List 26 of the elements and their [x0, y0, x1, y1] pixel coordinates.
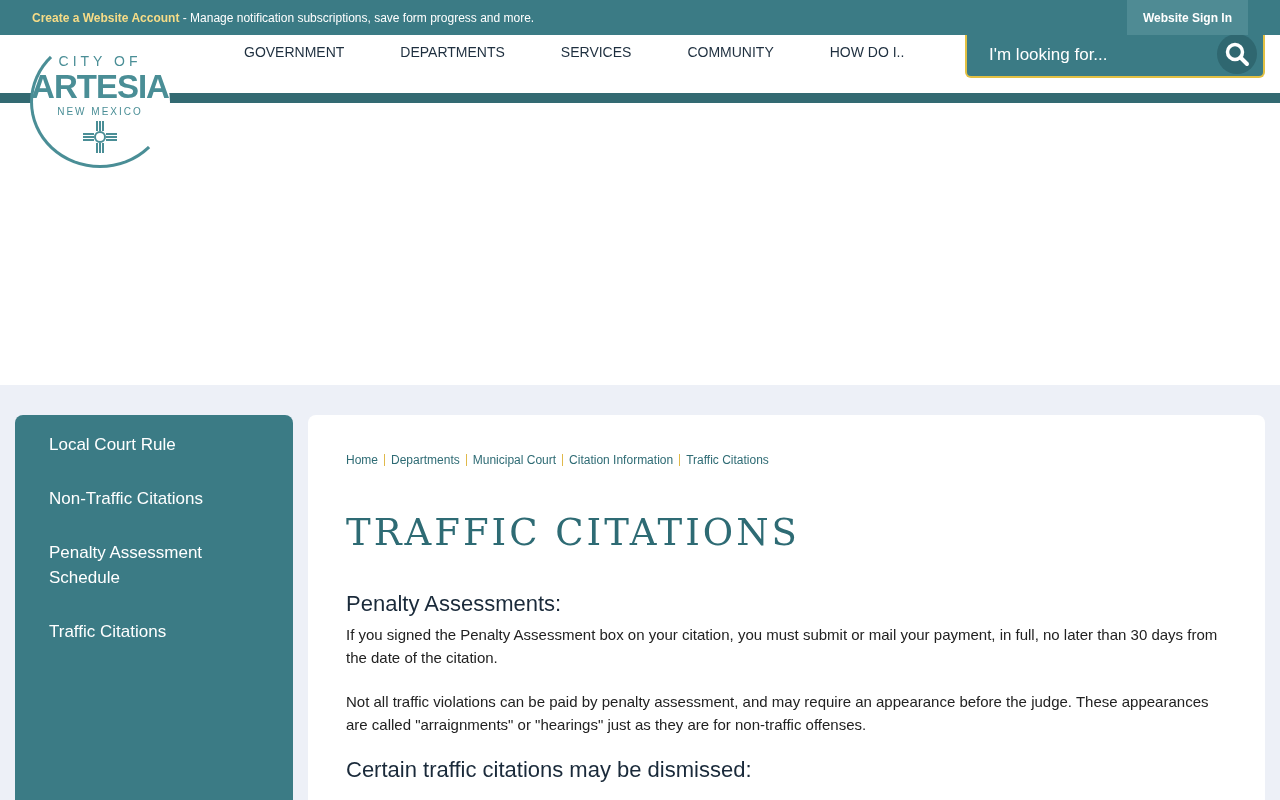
- breadcrumb-link[interactable]: Home: [346, 453, 378, 467]
- breadcrumb-link[interactable]: Departments: [391, 453, 460, 467]
- section-heading: Penalty Assessments:: [346, 591, 563, 617]
- nav-link[interactable]: GOVERNMENT: [244, 42, 345, 62]
- sidebar-link[interactable]: Non-Traffic Citations: [15, 486, 237, 511]
- paragraph: If you signed the Penalty Assessment box on your citation, you must submit or mail your payment, in full, no later than 30 days from the date of the citation.: [346, 625, 1219, 668]
- sidebar-link[interactable]: Traffic Citations: [15, 619, 201, 644]
- paragraph: Not all traffic violations can be paid by penalty assessment, and may require an appearance before the judge. These appearances are called "arraignments" or "hearings" just as they are for non-traffic offenses.: [346, 692, 1210, 735]
- breadcrumb-link[interactable]: Municipal Court: [472, 453, 557, 467]
- nav-link[interactable]: COMMUNITY: [687, 42, 774, 62]
- breadcrumb-link[interactable]: Traffic Citations: [686, 453, 769, 467]
- nav-link[interactable]: HOW DO I..: [829, 42, 905, 62]
- sun-symbol-icon: [83, 121, 117, 153]
- nav-link[interactable]: SERVICES: [560, 42, 632, 62]
- nav-link[interactable]: DEPARTMENTS: [400, 42, 505, 62]
- search-input[interactable]: I'm looking for...: [987, 45, 1217, 66]
- search-icon[interactable]: [1217, 33, 1257, 74]
- account-promo-text: - Manage notification subscriptions, save form progress and more.: [181, 10, 535, 25]
- breadcrumb-link[interactable]: Citation Information: [569, 453, 674, 467]
- create-account-link[interactable]: Create a Website Account: [32, 10, 180, 25]
- sign-in-button[interactable]: Website Sign In: [1126, 0, 1248, 35]
- page-title: TRAFFIC CITATIONS: [346, 511, 801, 555]
- section-heading: Certain traffic citations may be dismissed:: [346, 757, 753, 783]
- sidebar-link[interactable]: Local Court Rule: [15, 432, 210, 457]
- search-field[interactable]: I'm looking for...: [965, 35, 1265, 78]
- sidebar-link[interactable]: Penalty Assessment Schedule: [15, 540, 273, 590]
